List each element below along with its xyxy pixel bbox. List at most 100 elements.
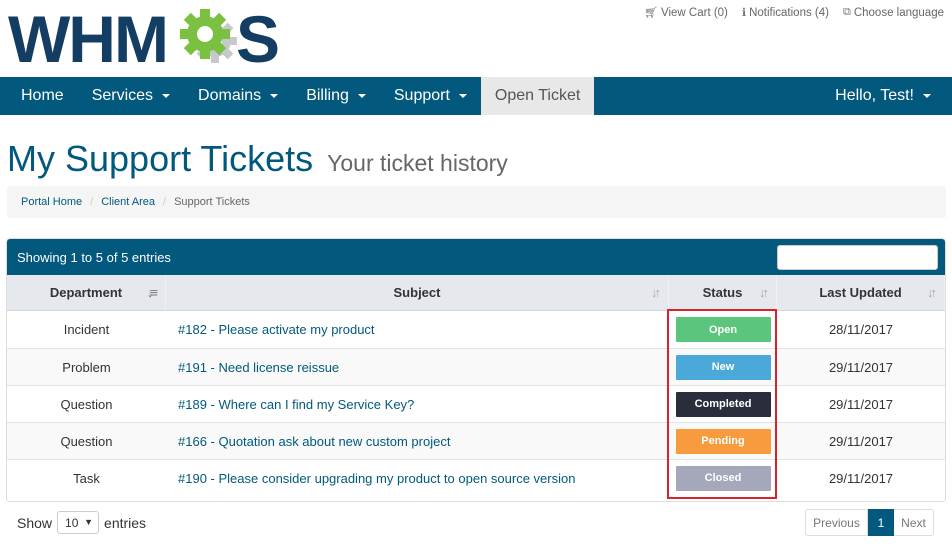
column-header-department-label: Department <box>49 285 123 300</box>
table-search-input[interactable] <box>777 245 938 270</box>
cell-last-updated: 29/11/2017 <box>828 359 894 375</box>
nav-open-ticket-label: Open Ticket <box>494 87 581 104</box>
gear-green-icon <box>180 9 230 59</box>
cell-last-updated: 28/11/2017 <box>828 322 894 337</box>
language-icon: ⧉ <box>842 6 851 18</box>
cell-last-updated: 29/11/2017 <box>828 470 894 486</box>
page-size-value: 10 <box>65 515 79 530</box>
notifications-label: Notifications (4) <box>749 6 829 19</box>
column-header-last-updated[interactable]: Last Updated ↓↑ <box>777 275 945 310</box>
table-column-headers: Department ↓≡ Subject ↓↑ Status ↓↑ Last … <box>7 275 945 311</box>
info-icon: ℹ <box>741 7 747 19</box>
sort-ascending-icon: ↓≡ <box>146 285 158 300</box>
pagination-previous-button[interactable]: Previous <box>805 509 868 536</box>
cell-status: New <box>669 349 777 385</box>
table-row[interactable]: Question #189 - Where can I find my Serv… <box>7 385 945 422</box>
top-links: 🛒︎ View Cart (0) ℹ Notifications (4) ⧉ C… <box>644 6 944 19</box>
nav-domains-label: Domains <box>198 87 262 104</box>
table-row[interactable]: Problem #191 - Need license reissue New … <box>7 348 945 385</box>
nav-billing-label: Billing <box>306 87 349 104</box>
nav-services[interactable]: Services <box>78 77 184 115</box>
status-badge: Pending <box>675 428 771 454</box>
caret-down-icon <box>458 94 467 98</box>
cell-subject-link[interactable]: #166 - Quotation ask about new custom pr… <box>166 423 669 459</box>
page-size-control: Show 10 ▼ entries <box>17 511 146 534</box>
breadcrumb-portal-home[interactable]: Portal Home <box>21 196 82 208</box>
caret-down-icon <box>923 94 931 98</box>
pagination: Previous 1 Next <box>805 509 934 536</box>
notifications-link[interactable]: ℹ Notifications (4) <box>741 6 829 20</box>
cell-last-updated: 29/11/2017 <box>828 396 894 412</box>
page-title-text: My Support Tickets <box>7 138 314 179</box>
sort-icon: ↓↑ <box>759 285 769 300</box>
nav-support-label: Support <box>393 87 450 104</box>
column-header-status-label: Status <box>702 285 743 300</box>
cell-last-updated: 29/11/2017 <box>828 433 894 449</box>
column-header-status[interactable]: Status ↓↑ <box>669 275 777 310</box>
status-badge: Open <box>675 317 771 342</box>
table-row[interactable]: Incident #182 - Please activate my produ… <box>7 311 945 348</box>
entries-label: entries <box>104 514 147 531</box>
nav-home-label: Home <box>21 87 64 104</box>
user-menu-label: Hello, Test! <box>835 87 914 104</box>
status-badge: Closed <box>675 465 771 491</box>
column-header-subject-label: Subject <box>393 285 441 300</box>
table-body: Incident #182 - Please activate my produ… <box>7 311 945 496</box>
choose-language-label: Choose language <box>853 6 944 19</box>
caret-down-icon <box>270 94 279 98</box>
table-header-bar: Showing 1 to 5 of 5 entries <box>7 239 945 275</box>
nav-support[interactable]: Support <box>380 77 481 115</box>
show-label: Show <box>17 514 53 531</box>
caret-down-icon <box>357 94 366 98</box>
cell-subject-link[interactable]: #182 - Please activate my product <box>166 311 669 348</box>
nav-domains[interactable]: Domains <box>184 77 292 115</box>
logo-text-left: WHM <box>8 4 167 68</box>
caret-down-icon <box>162 94 171 98</box>
cell-status: Closed <box>669 460 777 496</box>
nav-home[interactable]: Home <box>7 77 78 115</box>
breadcrumb-separator: / <box>90 196 94 208</box>
column-header-last-updated-label: Last Updated <box>819 285 902 300</box>
table-info: Showing 1 to 5 of 5 entries <box>17 249 171 265</box>
pagination-page-1[interactable]: 1 <box>868 509 894 536</box>
choose-language-link[interactable]: ⧉ Choose language <box>843 6 944 19</box>
view-cart-link[interactable]: 🛒︎ View Cart (0) <box>644 6 728 20</box>
cell-department: Question <box>60 396 113 412</box>
pagination-next-button[interactable]: Next <box>894 509 934 536</box>
breadcrumb-separator: / <box>163 196 167 208</box>
page-subtitle: Your ticket history <box>327 150 508 176</box>
nav-left: Home Services Domains Billing Support Op… <box>7 77 595 115</box>
column-header-department[interactable]: Department ↓≡ <box>7 275 166 310</box>
logo-mark: WHM S <box>8 4 280 68</box>
cell-status: Pending <box>669 423 777 459</box>
page-size-select[interactable]: 10 ▼ <box>57 511 100 534</box>
sort-icon: ↓↑ <box>651 285 661 300</box>
nav-billing[interactable]: Billing <box>292 77 380 115</box>
view-cart-label: View Cart (0) <box>661 6 728 19</box>
cell-department: Incident <box>63 322 110 337</box>
table-row[interactable]: Task #190 - Please consider upgrading my… <box>7 459 945 496</box>
cell-subject-link[interactable]: #190 - Please consider upgrading my prod… <box>166 460 669 496</box>
cell-status: Open <box>669 311 777 348</box>
breadcrumb-client-area[interactable]: Client Area <box>101 196 155 208</box>
cell-subject-link[interactable]: #189 - Where can I find my Service Key? <box>166 386 669 422</box>
cart-icon: 🛒︎ <box>644 7 658 19</box>
status-badge: New <box>675 354 771 380</box>
table-row[interactable]: Question #166 - Quotation ask about new … <box>7 422 945 459</box>
breadcrumb: Portal Home / Client Area / Support Tick… <box>7 186 946 218</box>
nav-right: Hello, Test! <box>821 77 945 115</box>
cell-status: Completed <box>669 386 777 422</box>
sort-icon: ↓↑ <box>927 285 937 300</box>
cell-department: Question <box>60 433 113 449</box>
whmcs-logo[interactable]: WHM S <box>8 4 283 68</box>
page-title: My Support Tickets Your ticket history <box>7 138 508 180</box>
nav-open-ticket[interactable]: Open Ticket <box>480 77 595 115</box>
cell-department: Problem <box>62 359 111 375</box>
cell-subject-link[interactable]: #191 - Need license reissue <box>166 349 669 385</box>
breadcrumb-current: Support Tickets <box>174 196 250 208</box>
column-header-subject[interactable]: Subject ↓↑ <box>166 275 669 310</box>
user-menu[interactable]: Hello, Test! <box>821 77 945 115</box>
chevron-down-icon: ▼ <box>84 517 94 527</box>
tickets-table-panel: Showing 1 to 5 of 5 entries Department ↓… <box>6 238 946 502</box>
nav-services-label: Services <box>91 87 154 104</box>
